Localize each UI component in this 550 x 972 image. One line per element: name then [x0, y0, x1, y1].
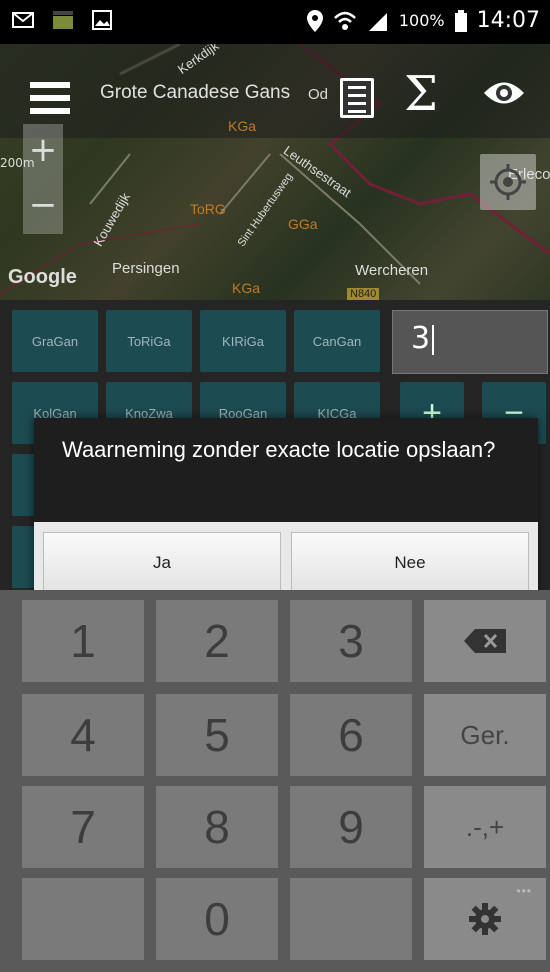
image-icon	[92, 10, 112, 30]
google-logo: Google	[8, 266, 77, 288]
my-location-button[interactable]	[480, 154, 536, 210]
eye-icon[interactable]	[482, 78, 526, 108]
species-button[interactable]: KIRiGa	[200, 310, 286, 372]
key-blank[interactable]	[22, 878, 144, 960]
map-label: ToRG	[190, 201, 226, 217]
wifi-icon	[333, 11, 356, 30]
yes-button[interactable]: Ja	[43, 532, 281, 594]
no-button[interactable]: Nee	[291, 532, 529, 594]
species-button[interactable]: ToRiGa	[106, 310, 192, 372]
zoom-in-button[interactable]: +	[23, 124, 63, 179]
key-5[interactable]: 5	[156, 694, 278, 776]
key-6[interactable]: 6	[290, 694, 412, 776]
map-label: KGa	[228, 118, 257, 134]
map-label: Od	[308, 86, 329, 103]
confirm-dialog: Waarneming zonder exacte locatie opslaan…	[34, 418, 538, 608]
backspace-key[interactable]	[424, 600, 546, 682]
map-view[interactable]: Grote Canadese Gans Σ Kerkdijk Od KGa Le…	[0, 44, 550, 300]
gear-icon	[469, 903, 501, 935]
numeric-keypad: 1 2 3 4 5 6 Ger. 7 8 9 .-,+ 0 •••	[0, 590, 550, 972]
list-icon[interactable]	[340, 78, 374, 118]
signal-icon	[368, 12, 387, 31]
menu-icon[interactable]	[30, 82, 70, 116]
mail-icon	[12, 12, 34, 28]
map-label: Persingen	[112, 260, 180, 277]
key-2[interactable]: 2	[156, 600, 278, 682]
species-button[interactable]: CanGan	[294, 310, 380, 372]
key-blank[interactable]	[290, 878, 412, 960]
settings-key[interactable]: •••	[424, 878, 546, 960]
symbols-key[interactable]: .-,+	[424, 786, 546, 868]
battery-icon	[454, 9, 467, 32]
species-title: Grote Canadese Gans	[100, 82, 291, 103]
zoom-out-button[interactable]: −	[23, 179, 63, 234]
map-scale: 200m	[0, 156, 35, 170]
clock: 14:07	[476, 8, 540, 33]
data-icon	[53, 11, 73, 29]
key-4[interactable]: 4	[22, 694, 144, 776]
more-dots: •••	[516, 884, 532, 898]
count-value: 3	[411, 321, 431, 356]
map-label: Wercheren	[355, 262, 429, 279]
ger-key[interactable]: Ger.	[424, 694, 546, 776]
key-7[interactable]: 7	[22, 786, 144, 868]
species-button[interactable]: GraGan	[12, 310, 98, 372]
sum-icon[interactable]: Σ	[404, 66, 438, 122]
status-bar: 100% 14:07	[0, 0, 550, 44]
key-1[interactable]: 1	[22, 600, 144, 682]
dialog-message: Waarneming zonder exacte locatie opslaan…	[62, 437, 496, 462]
road-number: N840	[347, 288, 380, 300]
key-8[interactable]: 8	[156, 786, 278, 868]
text-caret	[432, 324, 435, 355]
top-toolbar: Grote Canadese Gans Σ	[0, 44, 550, 138]
battery-percent: 100%	[398, 11, 445, 30]
key-3[interactable]: 3	[290, 600, 412, 682]
zoom-controls: + −	[23, 124, 63, 234]
crosshair-icon	[490, 164, 526, 200]
map-label: GGa	[288, 216, 318, 232]
key-9[interactable]: 9	[290, 786, 412, 868]
key-0[interactable]: 0	[156, 878, 278, 960]
map-label: KGa	[232, 280, 261, 296]
location-icon	[306, 9, 323, 32]
backspace-icon	[464, 629, 506, 653]
count-input[interactable]: 3	[392, 310, 548, 374]
